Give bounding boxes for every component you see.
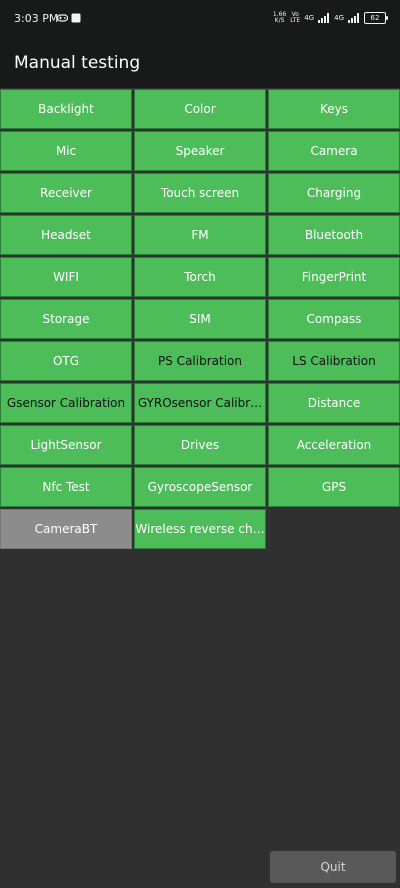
test-button-touch-screen[interactable]: Touch screen — [134, 173, 266, 213]
test-button-compass[interactable]: Compass — [268, 299, 400, 339]
app-header: 3:03 PM 1.66 K/S Vo LTE 4G 4G 62 Manual … — [0, 0, 400, 88]
test-button-lightsensor[interactable]: LightSensor — [0, 425, 132, 465]
test-button-headset[interactable]: Headset — [0, 215, 132, 255]
network-1-type: 4G — [304, 14, 315, 22]
status-time: 3:03 PM — [14, 12, 59, 25]
test-button-gyroscopesensor[interactable]: GyroscopeSensor — [134, 467, 266, 507]
test-button-camerabt[interactable]: CameraBT — [0, 509, 132, 549]
test-button-keys[interactable]: Keys — [268, 89, 400, 129]
test-button-distance[interactable]: Distance — [268, 383, 400, 423]
test-button-gsensor-calibration[interactable]: Gsensor Calibration — [0, 383, 132, 423]
network-speed-unit: K/S — [274, 17, 285, 24]
test-button-sim[interactable]: SIM — [134, 299, 266, 339]
page-title: Manual testing — [14, 53, 141, 73]
test-button-ls-calibration[interactable]: LS Calibration — [268, 341, 400, 381]
test-button-storage[interactable]: Storage — [0, 299, 132, 339]
test-button-mic[interactable]: Mic — [0, 131, 132, 171]
test-button-nfc-test[interactable]: Nfc Test — [0, 467, 132, 507]
test-button-charging[interactable]: Charging — [268, 173, 400, 213]
battery-icon: 62 — [364, 12, 388, 24]
test-button-speaker[interactable]: Speaker — [134, 131, 266, 171]
test-button-otg[interactable]: OTG — [0, 341, 132, 381]
test-button-grid: Backlight Color Keys Mic Speaker Camera … — [0, 89, 400, 549]
test-button-bluetooth[interactable]: Bluetooth — [268, 215, 400, 255]
test-button-receiver[interactable]: Receiver — [0, 173, 132, 213]
test-button-gyrosensor-calibration[interactable]: GYROsensor Calibr… — [134, 383, 266, 423]
test-button-color[interactable]: Color — [134, 89, 266, 129]
game-controller-icon — [57, 14, 68, 22]
test-button-fingerprint[interactable]: FingerPrint — [268, 257, 400, 297]
network-2-type: 4G — [334, 14, 344, 22]
test-button-torch[interactable]: Torch — [134, 257, 266, 297]
test-button-ps-calibration[interactable]: PS Calibration — [134, 341, 266, 381]
test-button-wireless-reverse-charging[interactable]: Wireless reverse ch… — [134, 509, 266, 549]
test-button-acceleration[interactable]: Acceleration — [268, 425, 400, 465]
quit-button[interactable]: Quit — [270, 851, 396, 883]
volte-indicator: Vo LTE — [290, 12, 300, 24]
test-button-wifi[interactable]: WIFI — [0, 257, 132, 297]
signal-2-icon — [348, 13, 359, 23]
volte-sub: LTE — [290, 17, 301, 24]
test-button-backlight[interactable]: Backlight — [0, 89, 132, 129]
status-bar: 3:03 PM 1.66 K/S Vo LTE 4G 4G 62 — [0, 0, 400, 38]
status-icons: 1.66 K/S Vo LTE 4G 4G 62 — [273, 10, 388, 26]
test-button-fm[interactable]: FM — [134, 215, 266, 255]
notification-square-icon — [71, 13, 81, 23]
network-speed: 1.66 K/S — [273, 12, 286, 24]
test-button-camera[interactable]: Camera — [268, 131, 400, 171]
signal-1-icon — [318, 13, 330, 23]
test-button-gps[interactable]: GPS — [268, 467, 400, 507]
test-button-drives[interactable]: Drives — [134, 425, 266, 465]
